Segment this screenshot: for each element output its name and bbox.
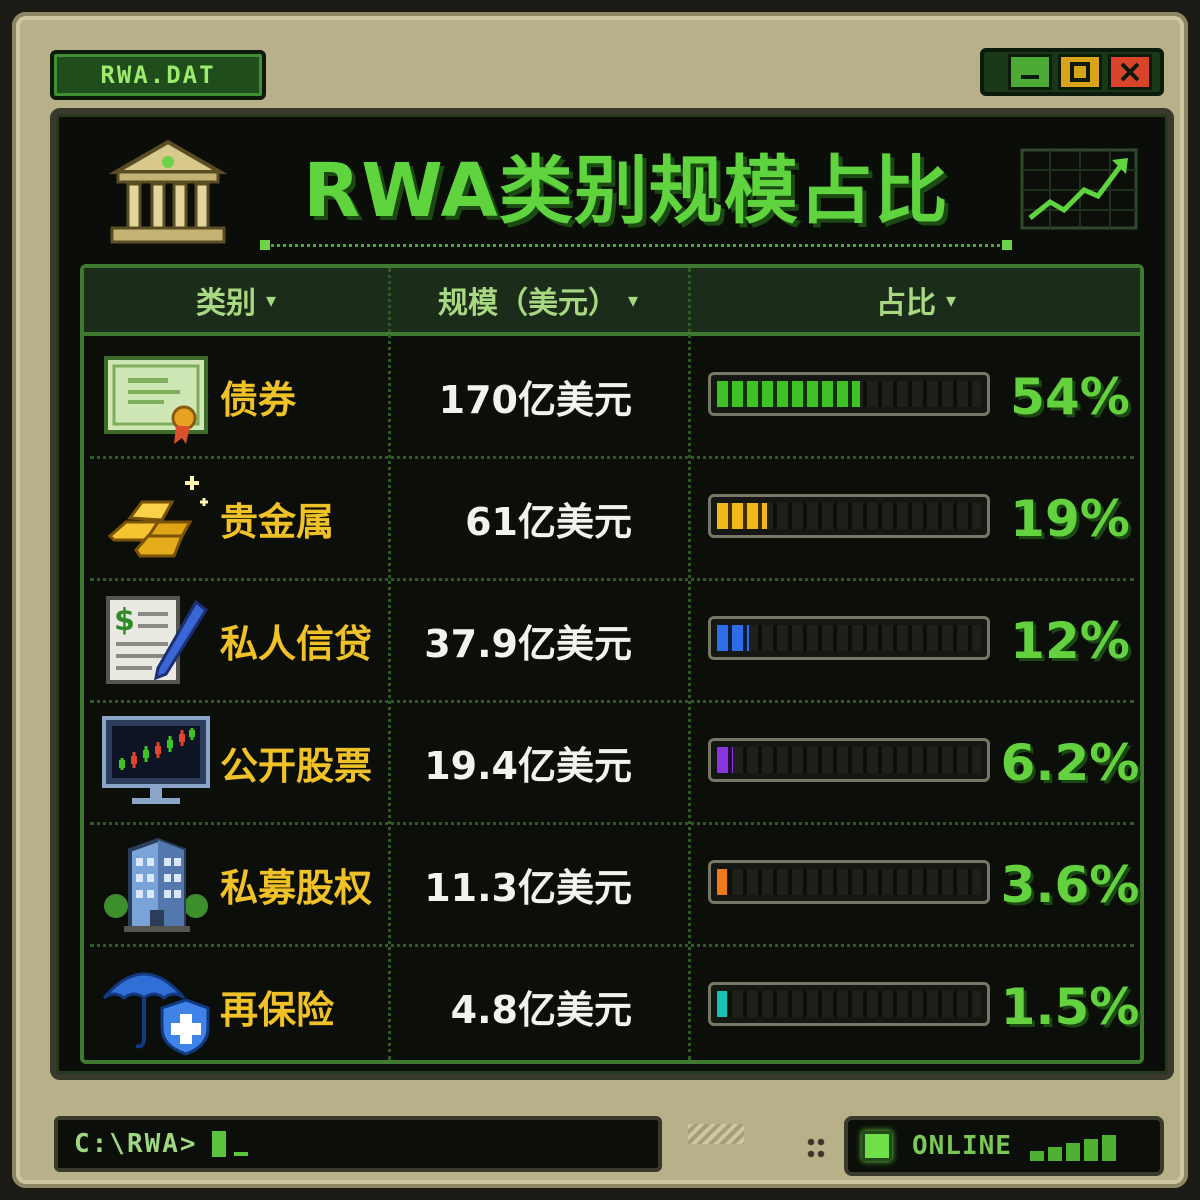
size-value: 19.4亿美元 [424, 744, 632, 788]
maximize-button[interactable] [1058, 54, 1102, 90]
command-prompt[interactable]: C:\RWA> [54, 1116, 662, 1172]
share-percent: 54% [1010, 367, 1130, 426]
umbrella-shield-icon [102, 972, 210, 1056]
office-building-icon [104, 837, 208, 932]
cursor-block [211, 1131, 226, 1157]
table-row[interactable]: 债券 170亿美元 54% [84, 336, 1140, 457]
size-value: 11.3亿美元 [424, 866, 632, 910]
share-bar [708, 494, 990, 538]
resize-grip-icon[interactable] [688, 1124, 744, 1144]
column-header-size[interactable]: 规模（美元） ▾ [388, 268, 688, 332]
size-value: 4.8亿美元 [450, 988, 632, 1032]
window-controls [980, 48, 1164, 96]
column-header-share[interactable]: 占比 ▾ [688, 268, 1144, 332]
bond-certificate-icon [104, 356, 208, 444]
column-header-label: 类别 [195, 286, 256, 321]
maximize-icon [1070, 62, 1090, 82]
size-value: 170亿美元 [438, 378, 632, 422]
category-label: 债券 [220, 378, 297, 422]
loan-document-icon: $ [106, 596, 208, 684]
share-bar-fill [717, 625, 749, 651]
table-row[interactable]: $ 私人信贷 37.9亿美元 12% [84, 580, 1140, 701]
sort-arrow-icon: ▾ [265, 288, 277, 312]
sort-arrow-icon: ▾ [627, 288, 639, 312]
title-divider [260, 240, 1012, 250]
minimize-icon [1021, 75, 1039, 79]
category-label: 贵金属 [220, 500, 335, 544]
table-row[interactable]: 再保险 4.8亿美元 1.5% [84, 946, 1140, 1067]
share-percent: 12% [1010, 611, 1130, 670]
table-row[interactable]: 公开股票 19.4亿美元 6.2% [84, 702, 1140, 823]
category-label: 再保险 [220, 988, 335, 1032]
category-label: 公开股票 [220, 744, 373, 788]
table-row[interactable]: 私募股权 11.3亿美元 3.6% [84, 824, 1140, 945]
size-value: 37.9亿美元 [424, 622, 632, 666]
page-title: RWA类别规模占比 [303, 147, 949, 234]
share-bar [708, 738, 990, 782]
category-label: 私募股权 [220, 866, 373, 910]
signal-bars-icon [1029, 1131, 1116, 1161]
bank-icon [108, 139, 228, 244]
window-title: RWA.DAT [50, 50, 266, 100]
app-window: RWA.DAT RWA类别规模占比 类别 ▾ 规模（美元） ▾ 占比 ▾ 债券 … [12, 12, 1188, 1188]
table-header: 类别 ▾ 规模（美元） ▾ 占比 ▾ [84, 268, 1140, 336]
share-bar [708, 982, 990, 1026]
share-bar-fill [717, 991, 727, 1017]
minimize-button[interactable] [1008, 54, 1052, 90]
share-percent: 6.2% [1000, 733, 1140, 792]
share-percent: 3.6% [1000, 855, 1140, 914]
header: RWA类别规模占比 [56, 114, 1168, 264]
share-bar-fill [717, 503, 767, 529]
svg-text:$: $ [114, 603, 135, 638]
prompt-text: C:\RWA> [74, 1129, 198, 1159]
gold-bars-icon [107, 476, 208, 558]
status-text: ONLINE [912, 1131, 1012, 1161]
share-bar [708, 616, 990, 660]
main-screen: RWA类别规模占比 类别 ▾ 规模（美元） ▾ 占比 ▾ 债券 170亿美元 5… [50, 108, 1174, 1080]
status-indicator: ONLINE [844, 1116, 1164, 1176]
close-icon [1120, 62, 1140, 82]
column-header-label: 规模（美元） [437, 286, 618, 321]
rwa-table: 类别 ▾ 规模（美元） ▾ 占比 ▾ 债券 170亿美元 54% 贵金属 61亿… [80, 264, 1144, 1064]
stock-monitor-icon [102, 716, 210, 804]
sort-arrow-icon: ▾ [945, 288, 957, 312]
share-percent: 19% [1010, 489, 1130, 548]
size-value: 61亿美元 [465, 500, 632, 544]
column-header-label: 占比 [875, 286, 936, 321]
dots-icon [806, 1136, 826, 1160]
share-bar-fill [717, 869, 727, 895]
share-bar [708, 372, 990, 416]
column-header-category[interactable]: 类别 ▾ [84, 268, 388, 332]
status-led-icon [862, 1131, 892, 1161]
share-bar-fill [717, 747, 733, 773]
trend-chart-icon [1020, 148, 1138, 230]
share-bar [708, 860, 990, 904]
category-label: 私人信贷 [220, 622, 373, 666]
share-bar-fill [717, 381, 860, 407]
share-percent: 1.5% [1000, 977, 1140, 1036]
cursor-underscore [233, 1152, 248, 1156]
close-button[interactable] [1108, 54, 1152, 90]
table-row[interactable]: 贵金属 61亿美元 19% [84, 458, 1140, 579]
